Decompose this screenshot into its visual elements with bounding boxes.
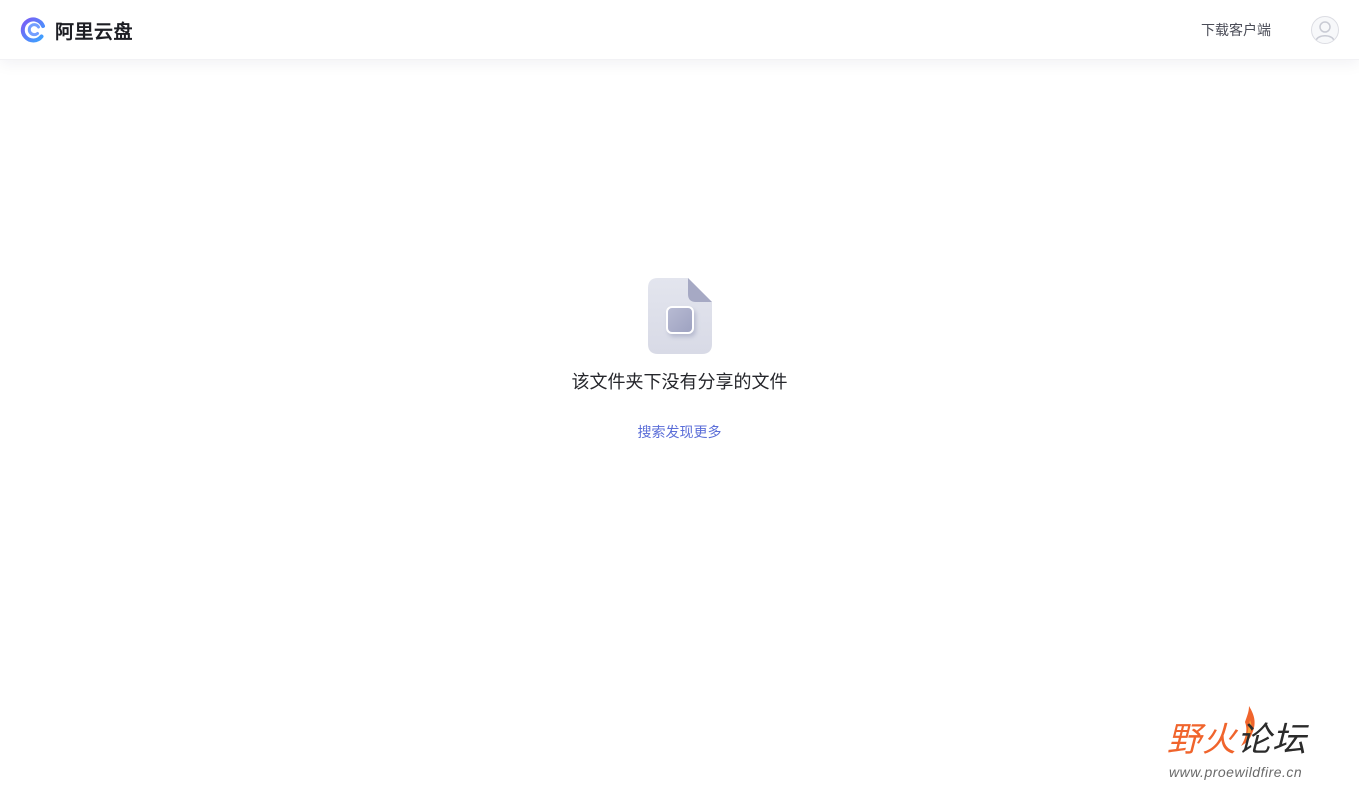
- download-client-link[interactable]: 下载客户端: [1201, 21, 1271, 39]
- watermark-title-dark: 论坛: [1237, 721, 1307, 759]
- watermark-title: 野火论坛: [1167, 718, 1307, 762]
- top-header: 阿里云盘 下载客户端: [0, 0, 1359, 60]
- aliyun-drive-logo-icon: [20, 17, 45, 43]
- search-discover-more-link[interactable]: 搜索发现更多: [638, 423, 722, 441]
- watermark-url: www.proewildfire.cn: [1169, 764, 1303, 780]
- page: 阿里云盘 下载客户端 该文件夹下没有分享的文件 搜索发现更多 野火论坛 www.…: [0, 0, 1359, 794]
- empty-message: 该文件夹下没有分享的文件: [571, 372, 788, 392]
- forum-watermark: 野火论坛 www.proewildfire.cn: [1167, 706, 1335, 786]
- user-avatar-icon[interactable]: [1311, 16, 1339, 44]
- empty-state: 该文件夹下没有分享的文件 搜索发现更多: [0, 278, 1359, 442]
- brand-home-link[interactable]: 阿里云盘: [19, 16, 133, 44]
- brand-name: 阿里云盘: [55, 21, 134, 43]
- watermark-title-orange: 野火: [1167, 721, 1237, 759]
- empty-file-icon: [647, 278, 712, 354]
